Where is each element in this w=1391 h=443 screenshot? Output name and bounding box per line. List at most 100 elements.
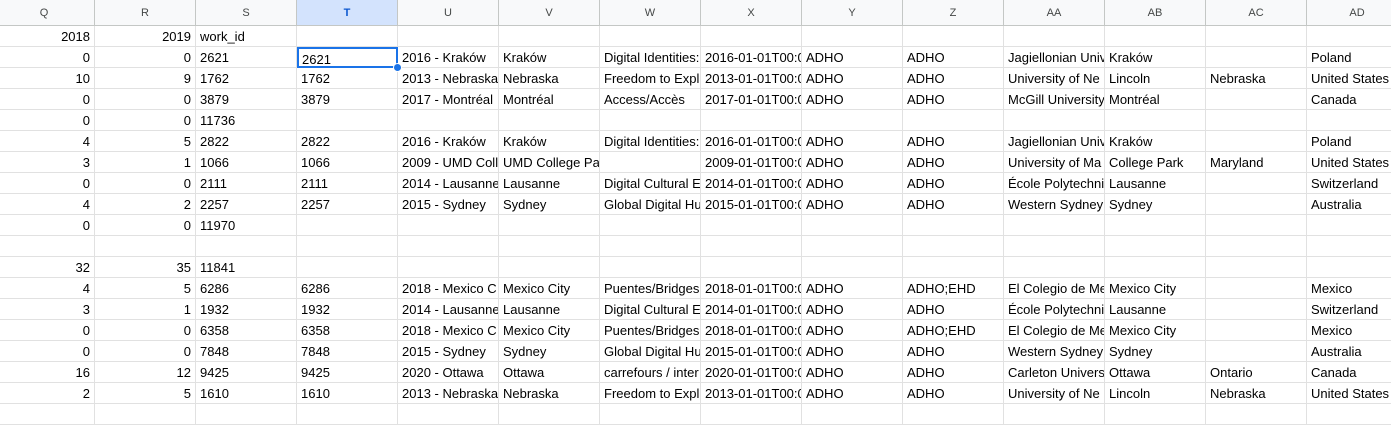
grid-cell[interactable]: ADHO — [802, 89, 903, 110]
grid-cell[interactable]: 4 — [0, 278, 95, 299]
grid-cell[interactable] — [1206, 194, 1307, 215]
grid-cell[interactable] — [0, 404, 95, 425]
grid-cell[interactable]: Mexico City — [499, 320, 600, 341]
grid-cell[interactable] — [600, 26, 701, 47]
grid-cell[interactable]: 2 — [0, 383, 95, 404]
grid-cell[interactable] — [903, 110, 1004, 131]
grid-cell[interactable]: 2621 — [196, 47, 297, 68]
grid-cell[interactable]: 1610 — [196, 383, 297, 404]
grid-cell[interactable]: ADHO — [802, 341, 903, 362]
grid-cell[interactable] — [1206, 110, 1307, 131]
grid-cell[interactable]: 0 — [0, 110, 95, 131]
grid-cell[interactable]: 2014-01-01T00:0 — [701, 299, 802, 320]
grid-cell[interactable]: College Park — [1105, 152, 1206, 173]
grid-cell[interactable]: 2822 — [196, 131, 297, 152]
grid-cell[interactable]: 11841 — [196, 257, 297, 278]
grid-cell[interactable] — [600, 404, 701, 425]
grid-cell[interactable]: 1762 — [297, 68, 398, 89]
grid-cell[interactable]: Lausanne — [1105, 173, 1206, 194]
grid-cell[interactable]: 7848 — [196, 341, 297, 362]
grid-cell[interactable] — [701, 26, 802, 47]
grid-cell[interactable]: 2014 - Lausanne — [398, 173, 499, 194]
grid-cell[interactable]: 2257 — [297, 194, 398, 215]
grid-cell[interactable]: ADHO — [903, 299, 1004, 320]
grid-cell[interactable]: ADHO — [802, 320, 903, 341]
grid-cell[interactable]: 2111 — [196, 173, 297, 194]
grid-cell[interactable]: carrefours / inter — [600, 362, 701, 383]
grid-cell[interactable] — [499, 404, 600, 425]
grid-cell[interactable]: ADHO — [802, 152, 903, 173]
grid-cell[interactable]: ADHO — [802, 47, 903, 68]
grid-cell[interactable] — [1307, 257, 1391, 278]
grid-cell[interactable] — [1004, 215, 1105, 236]
grid-cell[interactable]: 0 — [95, 89, 196, 110]
grid-cell[interactable] — [1105, 404, 1206, 425]
grid-cell[interactable]: Canada — [1307, 89, 1391, 110]
grid-cell[interactable]: Puentes/Bridges — [600, 320, 701, 341]
grid-cell[interactable] — [701, 257, 802, 278]
grid-cell[interactable] — [802, 110, 903, 131]
grid-cell[interactable]: Digital Cultural E — [600, 173, 701, 194]
grid-cell[interactable]: Puentes/Bridges — [600, 278, 701, 299]
grid-cell[interactable]: 1610 — [297, 383, 398, 404]
grid-cell[interactable] — [297, 26, 398, 47]
grid-cell[interactable]: UMD College Pa — [499, 152, 600, 173]
grid-cell[interactable]: 3879 — [196, 89, 297, 110]
column-header-y[interactable]: Y — [802, 0, 903, 26]
grid-cell[interactable] — [1206, 89, 1307, 110]
grid-cell[interactable]: 11736 — [196, 110, 297, 131]
column-header-u[interactable]: U — [398, 0, 499, 26]
grid-cell[interactable] — [297, 236, 398, 257]
grid-cell[interactable]: Access/Accès — [600, 89, 701, 110]
grid-cell[interactable]: 0 — [95, 320, 196, 341]
grid-cell[interactable]: 6286 — [196, 278, 297, 299]
grid-cell[interactable] — [1307, 236, 1391, 257]
grid-cell[interactable]: Kraków — [499, 47, 600, 68]
grid-cell[interactable]: 1 — [95, 299, 196, 320]
column-header-w[interactable]: W — [600, 0, 701, 26]
grid-cell[interactable] — [398, 110, 499, 131]
grid-cell[interactable]: 0 — [0, 173, 95, 194]
grid-cell[interactable]: Maryland — [1206, 152, 1307, 173]
grid-cell[interactable]: 11970 — [196, 215, 297, 236]
grid-cell[interactable]: Digital Identities: — [600, 131, 701, 152]
grid-cell[interactable]: McGill University — [1004, 89, 1105, 110]
grid-cell[interactable] — [903, 404, 1004, 425]
grid-cell[interactable]: Sydney — [1105, 341, 1206, 362]
grid-cell[interactable] — [1206, 47, 1307, 68]
grid-cell[interactable]: École Polytechni — [1004, 299, 1105, 320]
column-header-aa[interactable]: AA — [1004, 0, 1105, 26]
grid-cell[interactable]: Lincoln — [1105, 68, 1206, 89]
grid-cell[interactable] — [1206, 131, 1307, 152]
grid-cell[interactable] — [701, 215, 802, 236]
grid-cell[interactable]: ADHO — [802, 362, 903, 383]
grid-cell[interactable] — [1105, 110, 1206, 131]
column-header-q[interactable]: Q — [0, 0, 95, 26]
grid-cell[interactable]: 0 — [0, 320, 95, 341]
grid-cell[interactable]: 6286 — [297, 278, 398, 299]
grid-cell[interactable]: 1 — [95, 152, 196, 173]
grid-cell[interactable]: 2015 - Sydney — [398, 341, 499, 362]
grid-cell[interactable]: ADHO — [903, 47, 1004, 68]
grid-cell[interactable]: 35 — [95, 257, 196, 278]
grid-cell[interactable]: Freedom to Expl — [600, 68, 701, 89]
grid-cell[interactable]: 5 — [95, 131, 196, 152]
grid-cell[interactable]: 2013 - Nebraska — [398, 383, 499, 404]
grid-cell[interactable]: Nebraska — [1206, 68, 1307, 89]
grid-cell[interactable]: Digital Identities: — [600, 47, 701, 68]
grid-cell[interactable] — [1206, 173, 1307, 194]
grid-cell[interactable]: Ottawa — [1105, 362, 1206, 383]
grid-cell[interactable] — [398, 26, 499, 47]
grid-cell[interactable]: ADHO — [903, 131, 1004, 152]
grid-cell[interactable]: 12 — [95, 362, 196, 383]
grid-cell[interactable] — [1307, 110, 1391, 131]
grid-cell[interactable]: 2018 - Mexico C — [398, 278, 499, 299]
grid-cell[interactable]: Australia — [1307, 341, 1391, 362]
grid-cell[interactable]: ADHO — [802, 173, 903, 194]
grid-cell[interactable]: ADHO — [802, 299, 903, 320]
grid-cell[interactable]: 2009-01-01T00:0 — [701, 152, 802, 173]
grid-cell[interactable] — [499, 257, 600, 278]
grid-cell[interactable]: 3879 — [297, 89, 398, 110]
grid-cell[interactable]: 1932 — [196, 299, 297, 320]
grid-cell[interactable]: Global Digital Hu — [600, 194, 701, 215]
